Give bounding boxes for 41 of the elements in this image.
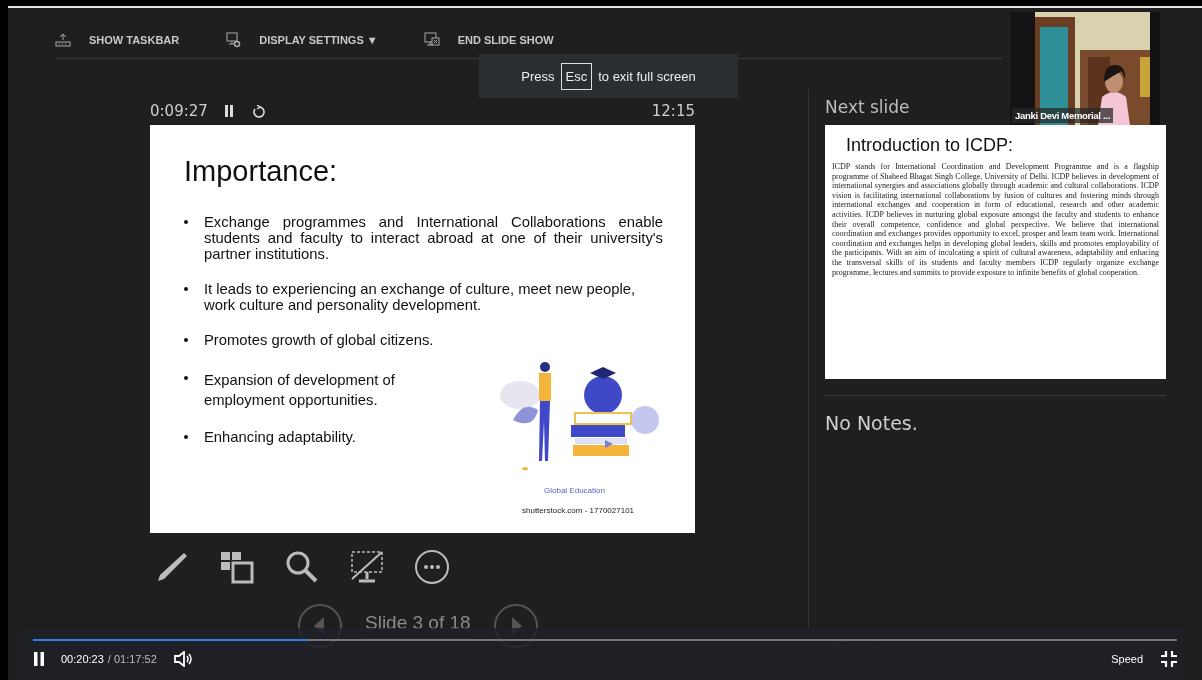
- preview-paragraph: ICDP stands for International Coordination and Development Programme and is a flagship programme of Shaheed Bhagat Singh College, University of Delhi. ICDP believes in development of international synergies and associations globally through academic and cultural collaborations. ICDP vision is facilitating international collaborations by fusion of cultures and fostering minds through international exchanges and cooperation in form of educational, research and other academic activities. ICDP believes in nurturing global exposure amongst the faculty and students to enhance their overall competence, confidence and global perspective. We believe that international coordination and exchanges provides opportunity to excel, prosper and learn team work. International coordination and exchanges helps in developing global leaders, skills and promotes employability of the participants. With an aim of inculcating a spirit of cultural awareness, adaptability and enhacing the transversal skills of its students and faculty members ICDP regularly organize exchange programme, lectures and summits to provide exposure to infinite benefits of global cooperation.: [832, 162, 1159, 278]
- slide-title: Importance:: [184, 155, 339, 188]
- pause-icon[interactable]: [33, 652, 45, 666]
- bullet-icon: [184, 338, 188, 342]
- restart-icon[interactable]: [251, 104, 265, 118]
- toolbar-button[interactable]: END SLIDE SHOW: [423, 32, 554, 48]
- image-credit: shutterstock.com - 1770027101: [522, 506, 635, 515]
- taskbar-icon: [55, 33, 71, 47]
- search-icon[interactable]: [284, 549, 320, 585]
- slides-grid-icon[interactable]: [219, 549, 255, 585]
- current-time: 00:20:23: [61, 653, 104, 665]
- speed-button[interactable]: Speed: [1111, 653, 1143, 665]
- volume-icon[interactable]: [172, 651, 193, 667]
- exit-fullscreen-icon[interactable]: [1161, 651, 1177, 667]
- speaker-notes: No Notes.: [825, 412, 919, 434]
- next-slide-heading: Next slide: [825, 97, 910, 119]
- elapsed-time: 0:09:27: [150, 102, 208, 120]
- bullet-text: Promotes growth of global citizens.: [204, 332, 434, 348]
- more-options-icon[interactable]: [414, 549, 450, 585]
- screen-off-icon[interactable]: [349, 549, 385, 585]
- participant-name: Janki Devi Memorial ...: [1012, 108, 1113, 123]
- toast-text: to exit full screen: [598, 68, 696, 84]
- monitor-gear-icon: [225, 32, 242, 48]
- bullet-icon: [184, 220, 188, 224]
- total-time: / 01:17:52: [107, 653, 157, 665]
- bullet-text: Exchange programmes and International Collaborations enable students and faculty to interact abroad at one of their university's partner institutions.: [204, 214, 663, 262]
- monitor-close-icon: [423, 32, 440, 48]
- bullet-icon: [184, 287, 188, 291]
- toast-text: Press: [521, 68, 555, 84]
- bullet-icon: [184, 376, 188, 380]
- bullet-text: Expansion of development of employment opportunities.: [204, 371, 396, 410]
- image-caption: Global Education: [544, 486, 605, 495]
- toolbar-button[interactable]: SHOW TASKBAR: [55, 32, 180, 48]
- preview-title: Introduction to ICDP:: [846, 135, 1015, 156]
- pause-icon[interactable]: [223, 105, 234, 117]
- toolbar-button[interactable]: DISPLAY SETTINGS ▼: [225, 32, 378, 48]
- bullet-icon: [184, 435, 188, 439]
- bullet-text: It leads to experiencing an exchange of culture, meet new people, work culture and personality development.: [204, 281, 637, 313]
- bullet-text: Enhancing adaptability.: [204, 429, 356, 445]
- clock-time: 12:15: [651, 102, 695, 120]
- esc-key: Esc: [560, 62, 593, 90]
